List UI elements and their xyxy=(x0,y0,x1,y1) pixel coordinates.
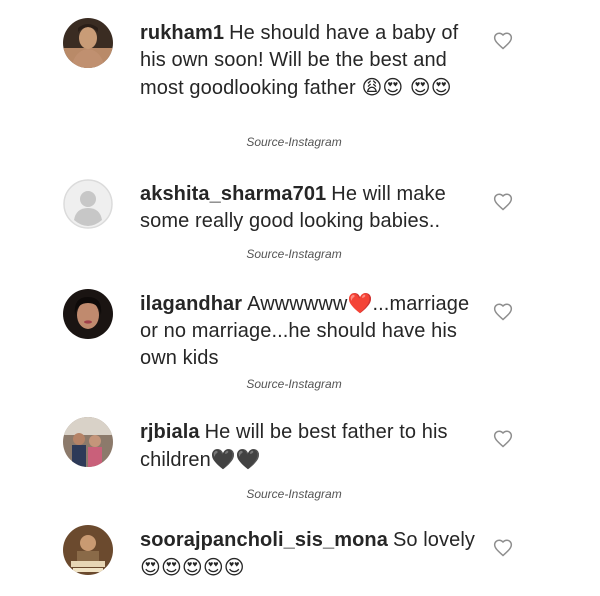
source-caption: Source-Instagram xyxy=(246,487,342,501)
source-caption: Source-Instagram xyxy=(246,377,342,391)
username-link[interactable]: soorajpancholi_sis_mona xyxy=(140,529,388,551)
like-heart-icon[interactable] xyxy=(493,31,513,51)
username-link[interactable]: rukham1 xyxy=(140,22,224,44)
like-heart-icon[interactable] xyxy=(493,429,513,449)
username-link[interactable]: ilagandhar xyxy=(140,293,242,315)
like-heart-icon[interactable] xyxy=(493,302,513,322)
source-caption: Source-Instagram xyxy=(246,247,342,261)
avatar-icon[interactable] xyxy=(63,525,113,575)
comment-text: ilagandhar Awwwwww❤️...marriage or no mar… xyxy=(140,291,475,372)
avatar-icon[interactable] xyxy=(63,417,113,467)
comment-text: soorajpancholi_sis_mona So lovely 😍😍😍😍😍 xyxy=(140,527,475,582)
avatar-icon[interactable] xyxy=(63,289,113,339)
username-link[interactable]: akshita_sharma701 xyxy=(140,183,326,205)
username-link[interactable]: rjbiala xyxy=(140,421,200,443)
default-user-avatar-icon[interactable] xyxy=(63,179,113,229)
avatar-icon[interactable] xyxy=(63,18,113,68)
comment-body: So lovely xyxy=(392,529,475,551)
comment-text: akshita_sharma701 He will make some reall… xyxy=(140,181,475,235)
like-heart-icon[interactable] xyxy=(493,538,513,558)
source-caption: Source-Instagram xyxy=(246,135,342,149)
emoji-text: 😩😍 😍😍 xyxy=(361,75,452,99)
emoji-text: 🖤🖤 xyxy=(210,447,261,471)
comment-text: rjbiala He will be best father to his chi… xyxy=(140,419,475,474)
comment-text: rukham1 He should have a baby of his own … xyxy=(140,20,475,102)
emoji-text: 😍😍😍😍😍 xyxy=(140,555,245,579)
like-heart-icon[interactable] xyxy=(493,192,513,212)
